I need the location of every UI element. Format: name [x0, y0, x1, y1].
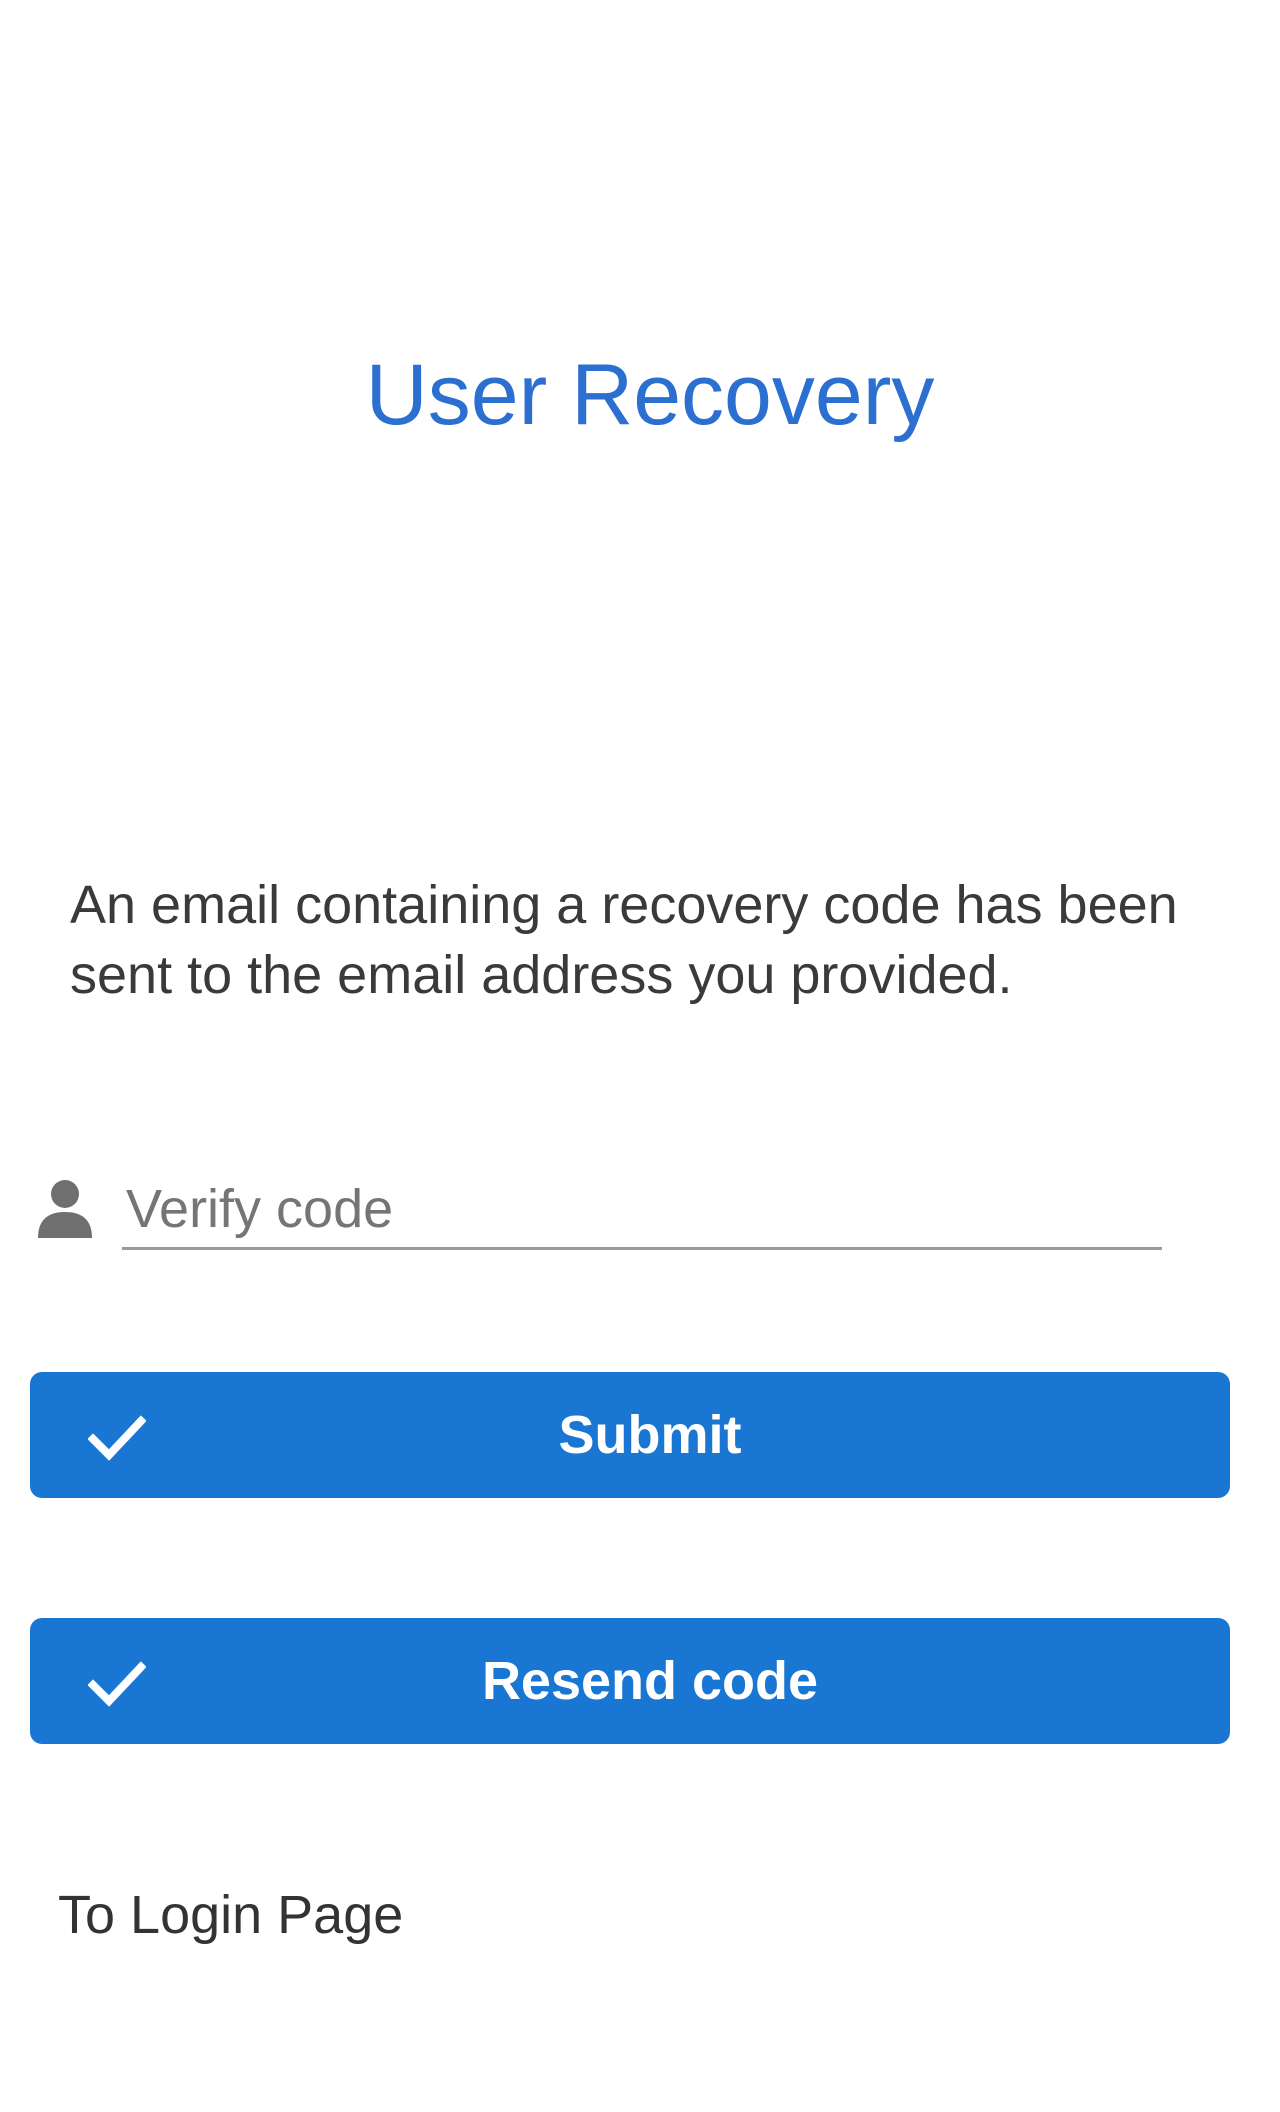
user-icon — [36, 1178, 94, 1240]
verify-code-field — [36, 1170, 1166, 1260]
resend-code-button[interactable]: Resend code — [30, 1618, 1230, 1744]
submit-button[interactable]: Submit — [30, 1372, 1230, 1498]
verify-code-input[interactable] — [122, 1170, 1162, 1250]
resend-code-button-label: Resend code — [481, 1651, 819, 1711]
page-title: User Recovery — [365, 347, 935, 443]
submit-button-label: Submit — [558, 1405, 742, 1465]
to-login-page-link[interactable]: To Login Page — [58, 1880, 403, 1950]
recovery-message: An email containing a recovery code has … — [70, 875, 1178, 1005]
